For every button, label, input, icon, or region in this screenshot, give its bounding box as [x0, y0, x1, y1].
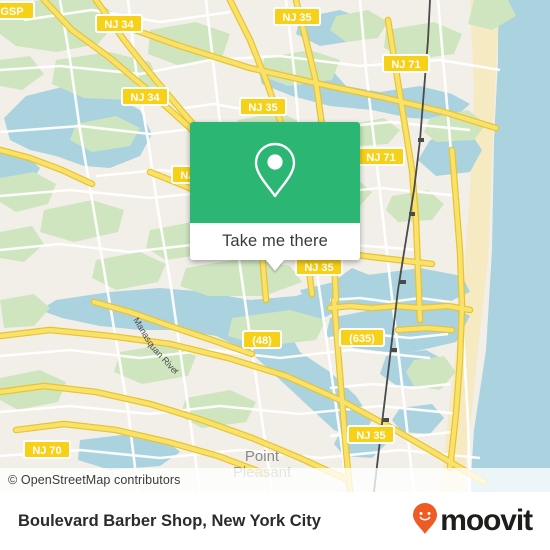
card-icon-area	[190, 122, 360, 223]
svg-text:NJ 71: NJ 71	[366, 152, 395, 164]
moovit-logo[interactable]: moovit	[412, 502, 533, 541]
svg-text:(635): (635)	[349, 333, 375, 345]
road-shield-nj35-d: NJ 35	[347, 425, 395, 444]
road-shield-635: (635)	[339, 328, 385, 347]
svg-text:NJ 35: NJ 35	[356, 430, 385, 442]
map-attribution: © OpenStreetMap contributors	[0, 468, 550, 492]
road-shield-nj34-b: NJ 34	[121, 87, 169, 106]
svg-text:NJ 71: NJ 71	[391, 59, 420, 71]
road-shield-nj70: NJ 70	[23, 440, 71, 459]
road-shield-nj71-a: NJ 71	[382, 54, 430, 73]
svg-text:Point: Point	[245, 448, 280, 465]
svg-text:NJ 35: NJ 35	[282, 12, 311, 24]
road-shield-nj35-a: NJ 35	[273, 7, 321, 26]
road-shield-nj34-a: NJ 34	[95, 14, 143, 33]
svg-text:GSP: GSP	[0, 6, 23, 18]
screenshot-root: GSP NJ 34 NJ 35 NJ 71 NJ 34 NJ 35 NJ 71 …	[0, 0, 550, 550]
footer-bar: Boulevard Barber Shop, New York City moo…	[0, 492, 550, 550]
svg-text:NJ 34: NJ 34	[104, 19, 134, 31]
map-pin-icon	[252, 141, 298, 204]
card-pointer-tail	[266, 260, 284, 271]
attribution-text: © OpenStreetMap contributors	[8, 473, 181, 487]
svg-text:(48): (48)	[252, 335, 272, 347]
road-shield-nj71-b: NJ 71	[357, 147, 405, 166]
location-callout-card[interactable]: Take me there	[190, 122, 360, 271]
moovit-pin-icon	[412, 502, 438, 541]
svg-text:NJ 34: NJ 34	[130, 92, 160, 104]
place-title: Boulevard Barber Shop, New York City	[18, 511, 321, 530]
road-shield-nj35-c: NJ 35	[295, 257, 343, 276]
card-action-area[interactable]: Take me there	[190, 223, 360, 271]
svg-text:NJ 35: NJ 35	[304, 262, 333, 274]
take-me-there-label: Take me there	[222, 232, 328, 250]
svg-text:NJ 35: NJ 35	[248, 102, 277, 114]
moovit-wordmark: moovit	[440, 504, 533, 537]
road-shield-gsp: GSP	[0, 1, 35, 20]
svg-text:NJ 70: NJ 70	[32, 445, 61, 457]
road-shield-nj35-b: NJ 35	[239, 97, 287, 116]
road-shield-48: (48)	[242, 330, 282, 349]
